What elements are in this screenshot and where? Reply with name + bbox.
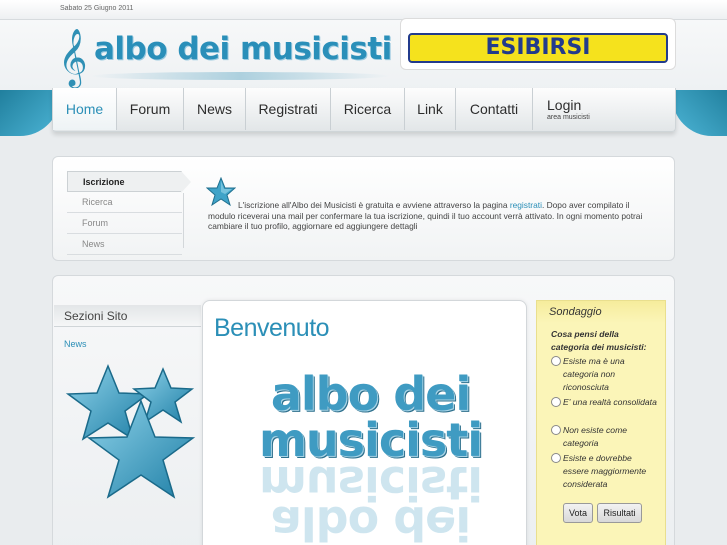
nav-home[interactable]: Home [53,88,117,130]
nav-link[interactable]: Link [405,88,456,130]
poll-option[interactable]: Non esiste come categoria [551,424,659,450]
nav-login[interactable]: Login area musicisti [533,88,613,130]
info-description: L'iscrizione all'Albo dei Musicisti è gr… [208,200,656,232]
welcome-content: Benvenuto albo dei musicisti musicisti a… [202,300,527,545]
header: 𝄞 albo dei musicisti ESIBIRSI [0,18,727,90]
poll-option[interactable]: Esiste ma è una categoria non riconosciu… [551,355,659,394]
top-bar: Sabato 25 Giugno 2011 [0,0,727,20]
results-button[interactable]: Risultati [597,503,642,523]
registrati-link[interactable]: registrati [510,200,542,210]
poll-option-label: Non esiste come categoria [563,425,628,448]
albo-logo-large: albo dei musicisti musicisti albo dei [258,367,483,545]
menu-item-forum[interactable]: Forum [67,213,182,234]
nav-registrati[interactable]: Registrati [246,88,331,130]
radio-button[interactable] [551,356,561,366]
menu-item-iscrizione[interactable]: Iscrizione [67,171,191,193]
esibirsi-banner[interactable]: ESIBIRSI [408,33,668,63]
poll-option-label: Esiste ma è una categoria non riconosciu… [563,356,625,392]
site-logo[interactable]: albo dei musicisti [94,31,392,67]
nav-news[interactable]: News [184,88,246,130]
menu-item-news[interactable]: News [67,234,182,255]
date-label: Sabato 25 Giugno 2011 [60,5,134,12]
stars-decoration-icon [65,364,196,499]
menu-item-ricerca[interactable]: Ricerca [67,192,182,213]
main-navigation: Home Forum News Registrati Ricerca Link … [0,88,727,136]
poll-option[interactable]: Esiste e dovrebbe essere maggiormente co… [551,452,659,491]
vote-button[interactable]: Vota [563,503,593,523]
sections-heading: Sezioni Sito [54,305,201,327]
logo-swoosh [90,72,390,80]
login-sub-label: area musicisti [547,114,590,121]
nav-ricerca[interactable]: Ricerca [331,88,405,130]
nav-contatti[interactable]: Contatti [456,88,533,130]
nav-bar: Home Forum News Registrati Ricerca Link … [52,88,676,132]
login-label: Login [547,97,582,113]
info-text-part1: L'iscrizione all'Albo dei Musicisti è gr… [238,200,510,210]
main-panel: Sezioni Sito News Benvenuto albo dei mus… [52,275,675,545]
nav-forum[interactable]: Forum [117,88,184,130]
radio-button[interactable] [551,397,561,407]
sections-news-link[interactable]: News [64,339,87,349]
info-panel: Iscrizione Ricerca Forum News L'iscrizio… [52,156,675,261]
info-side-menu: Iscrizione Ricerca Forum News [67,171,191,255]
logo-line-1: albo dei [270,367,471,421]
poll-option-label: E' una realtà consolidata [563,397,657,407]
poll-option-label: Esiste e dovrebbe essere maggiormente co… [563,453,647,489]
welcome-title: Benvenuto [214,314,330,342]
menu-divider [183,193,184,248]
treble-clef-icon: 𝄞 [58,28,88,86]
nav-decoration-left [0,90,60,136]
radio-button[interactable] [551,425,561,435]
poll-widget: Sondaggio Cosa pensi della categoria dei… [536,300,666,545]
poll-option[interactable]: E' una realtà consolidata [551,396,659,409]
nav-decoration-right [672,90,727,136]
poll-title: Sondaggio [537,301,665,323]
poll-question: Cosa pensi della categoria dei musicisti… [551,329,647,352]
logo-reflection-2: albo dei [270,496,471,545]
radio-button[interactable] [551,453,561,463]
